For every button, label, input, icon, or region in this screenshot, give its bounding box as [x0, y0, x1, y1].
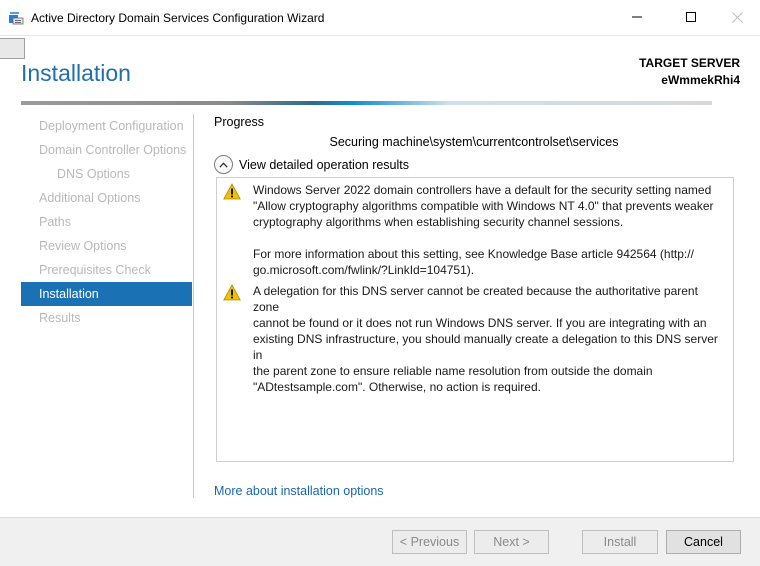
message-text: Windows Server 2022 domain controllers h…	[253, 182, 714, 278]
ad-ds-icon	[9, 12, 24, 25]
minimize-button[interactable]	[614, 0, 660, 34]
warning-icon	[223, 284, 241, 301]
close-button[interactable]	[714, 0, 760, 34]
close-icon	[731, 11, 743, 23]
nav-item-additional-options: Additional Options	[39, 191, 141, 205]
previous-button[interactable]: < Previous	[392, 530, 467, 554]
nav-item-domain-controller-options: Domain Controller Options	[39, 143, 187, 157]
message-paragraph: For more information about this setting,…	[253, 247, 694, 277]
header-divider	[21, 101, 712, 105]
view-details-label[interactable]: View detailed operation results	[239, 158, 409, 172]
nav-item-results: Results	[39, 311, 81, 325]
wizard-nav: Deployment Configuration Domain Controll…	[21, 114, 192, 330]
next-button[interactable]: Next >	[474, 530, 549, 554]
install-button[interactable]: Install	[582, 530, 658, 554]
title-bar: Active Directory Domain Services Configu…	[0, 0, 760, 36]
maximize-icon	[686, 12, 696, 22]
wizard-footer: < Previous Next > Install Cancel	[0, 517, 760, 566]
page-title: Installation	[21, 60, 131, 86]
window-title: Active Directory Domain Services Configu…	[31, 11, 325, 25]
nav-item-prerequisites-check: Prerequisites Check	[39, 263, 151, 277]
nav-divider	[193, 114, 194, 498]
chevron-up-icon[interactable]	[214, 155, 233, 174]
cancel-button[interactable]: Cancel	[666, 530, 741, 554]
nav-item-deployment-configuration: Deployment Configuration	[39, 119, 184, 133]
nav-item-installation[interactable]: Installation	[21, 282, 192, 306]
message-paragraph: Windows Server 2022 domain controllers h…	[253, 183, 714, 229]
minimize-icon	[632, 16, 642, 18]
more-about-installation-link[interactable]: More about installation options	[214, 484, 384, 498]
message-text: A delegation for this DNS server cannot …	[253, 283, 727, 395]
target-server-name: eWmmekRhi4	[661, 73, 740, 87]
view-details-toggle[interactable]: View detailed operation results	[214, 155, 409, 174]
progress-label: Progress	[214, 115, 265, 129]
nav-item-paths: Paths	[39, 215, 71, 229]
target-server-label: TARGET SERVER	[639, 56, 740, 70]
operation-results-box[interactable]: Windows Server 2022 domain controllers h…	[216, 177, 734, 462]
message-item: Windows Server 2022 domain controllers h…	[223, 182, 727, 278]
message-paragraph: A delegation for this DNS server cannot …	[253, 284, 718, 394]
progress-status: Securing machine\system\currentcontrolse…	[329, 135, 619, 149]
nav-item-dns-options: DNS Options	[57, 167, 130, 181]
message-item: A delegation for this DNS server cannot …	[223, 283, 727, 395]
warning-icon	[223, 183, 241, 200]
side-tab[interactable]	[0, 38, 25, 59]
nav-item-review-options: Review Options	[39, 239, 127, 253]
maximize-button[interactable]	[668, 0, 714, 34]
